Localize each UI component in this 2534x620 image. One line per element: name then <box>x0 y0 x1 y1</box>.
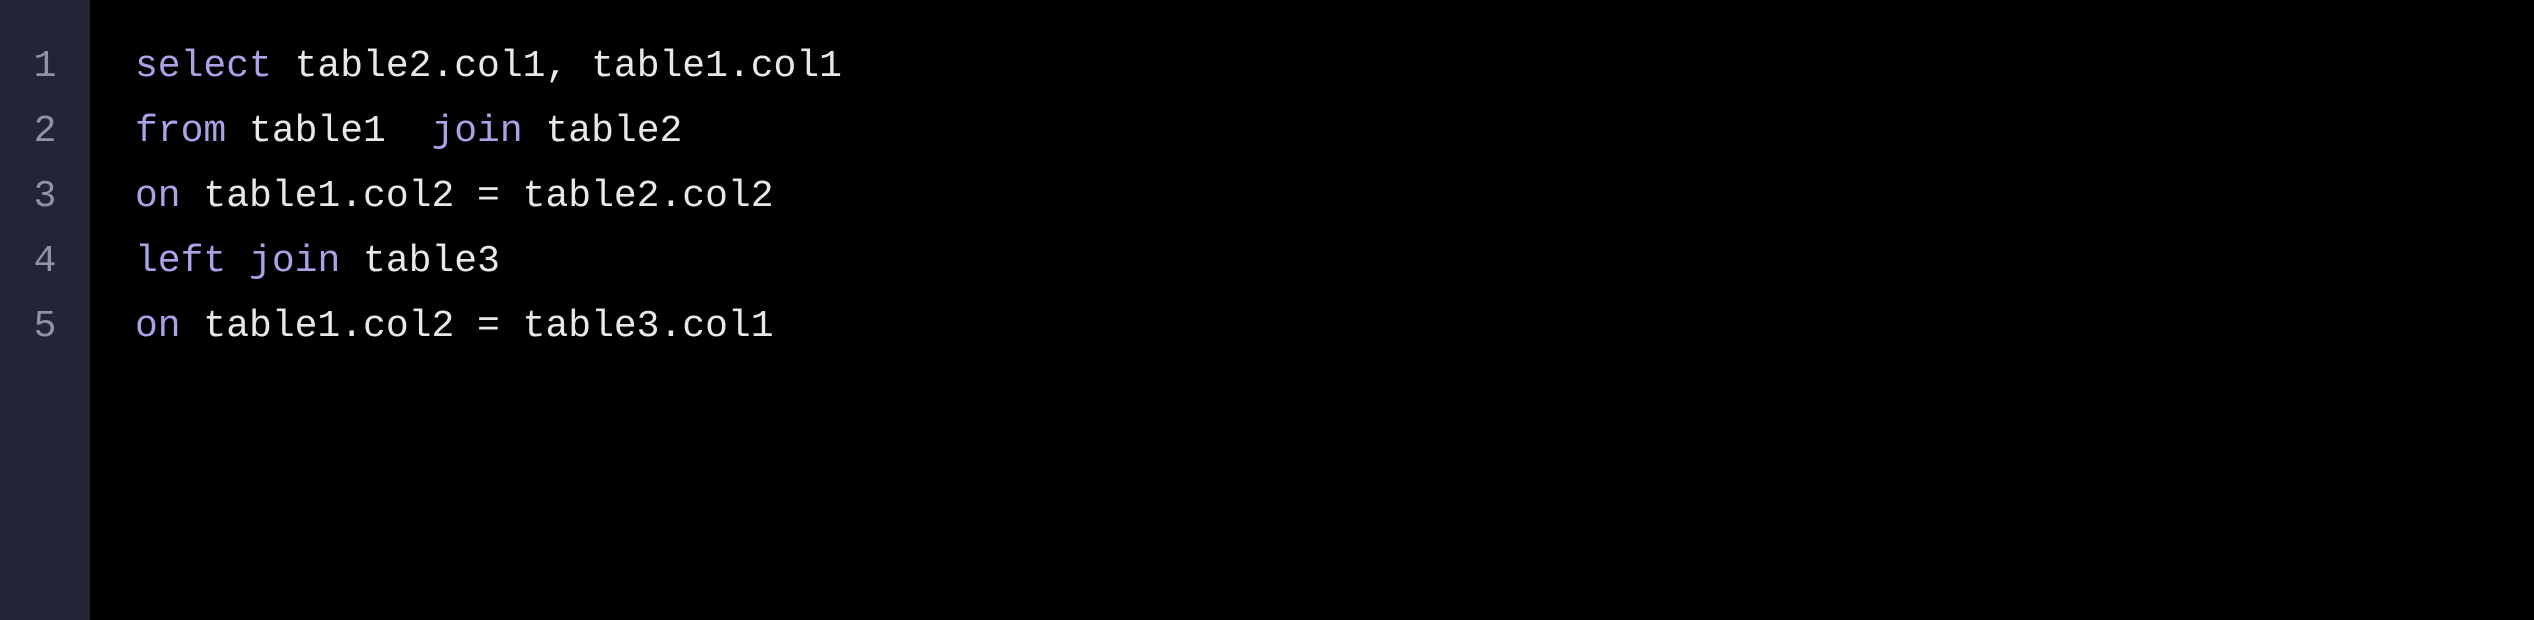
token-keyword: join <box>431 110 522 153</box>
token-identifier: table2.col1, table1.col1 <box>272 45 842 88</box>
token-identifier: table2 <box>523 110 683 153</box>
line-number: 3 <box>0 164 90 229</box>
token-keyword: select <box>135 45 272 88</box>
token-keyword: from <box>135 110 226 153</box>
token-identifier: table1 <box>226 110 431 153</box>
token-identifier <box>226 240 249 283</box>
token-keyword: join <box>249 240 340 283</box>
code-editor[interactable]: select table2.col1, table1.col1 from tab… <box>90 0 2534 620</box>
line-number: 5 <box>0 294 90 359</box>
code-line: left join table3 <box>135 229 2534 294</box>
code-line: on table1.col2 = table3.col1 <box>135 294 2534 359</box>
line-number-gutter: 1 2 3 4 5 <box>0 0 90 620</box>
code-line: on table1.col2 = table2.col2 <box>135 164 2534 229</box>
token-identifier: table1.col2 = table2.col2 <box>181 175 774 218</box>
code-line: select table2.col1, table1.col1 <box>135 34 2534 99</box>
token-identifier: table1.col2 = table3.col1 <box>181 305 774 348</box>
token-keyword: on <box>135 175 181 218</box>
token-identifier: table3 <box>340 240 500 283</box>
line-number: 1 <box>0 34 90 99</box>
token-keyword: left <box>135 240 226 283</box>
token-keyword: on <box>135 305 181 348</box>
line-number: 4 <box>0 229 90 294</box>
line-number: 2 <box>0 99 90 164</box>
code-line: from table1 join table2 <box>135 99 2534 164</box>
